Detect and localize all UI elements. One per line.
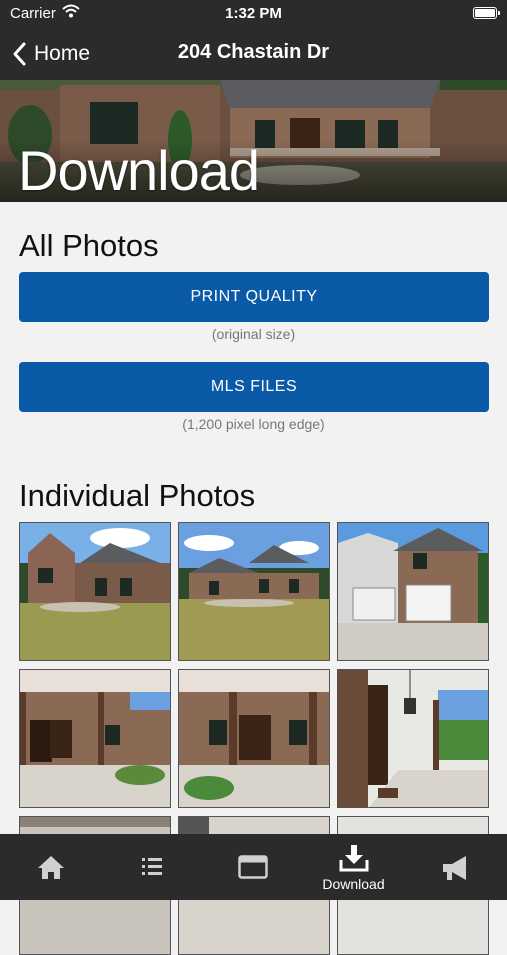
download-icon bbox=[339, 845, 368, 872]
status-bar: Carrier 1:32 PM bbox=[0, 0, 507, 28]
photo-thumbnail[interactable] bbox=[337, 522, 489, 661]
back-button[interactable]: Home bbox=[10, 38, 90, 70]
tab-list[interactable] bbox=[101, 834, 202, 900]
photo-thumbnail[interactable] bbox=[178, 522, 330, 661]
chevron-left-icon bbox=[13, 42, 26, 66]
megaphone-icon bbox=[442, 856, 466, 880]
list-icon bbox=[141, 858, 162, 875]
navigation-bar: Home 204 Chastain Dr bbox=[0, 28, 507, 80]
hero-title: Download bbox=[18, 139, 260, 202]
hero-banner: Download bbox=[0, 80, 507, 202]
photo-thumbnail[interactable] bbox=[19, 669, 171, 808]
individual-photos-heading: Individual Photos bbox=[19, 478, 256, 513]
all-photos-heading: All Photos bbox=[19, 228, 159, 263]
print-quality-caption: (original size) bbox=[211, 326, 296, 342]
status-time: 1:32 PM bbox=[225, 5, 282, 22]
battery-icon bbox=[473, 7, 500, 19]
tab-download-label: Download bbox=[322, 876, 385, 892]
photo-thumbnail[interactable] bbox=[19, 522, 171, 661]
back-label: Home bbox=[34, 42, 91, 65]
print-quality-button[interactable]: PRINT QUALITY bbox=[19, 272, 489, 322]
browser-icon bbox=[237, 855, 268, 879]
tab-promote[interactable] bbox=[404, 834, 505, 900]
photo-thumbnail[interactable] bbox=[178, 669, 330, 808]
mls-files-button[interactable]: MLS FILES bbox=[19, 362, 489, 412]
tab-download[interactable]: Download bbox=[303, 834, 404, 900]
photo-thumbnail[interactable] bbox=[337, 669, 489, 808]
home-icon bbox=[37, 856, 64, 879]
tab-home[interactable] bbox=[0, 834, 101, 900]
mls-files-caption: (1,200 pixel long edge) bbox=[182, 416, 325, 432]
tab-bar: Download bbox=[0, 834, 507, 900]
tab-browser[interactable] bbox=[202, 834, 303, 900]
